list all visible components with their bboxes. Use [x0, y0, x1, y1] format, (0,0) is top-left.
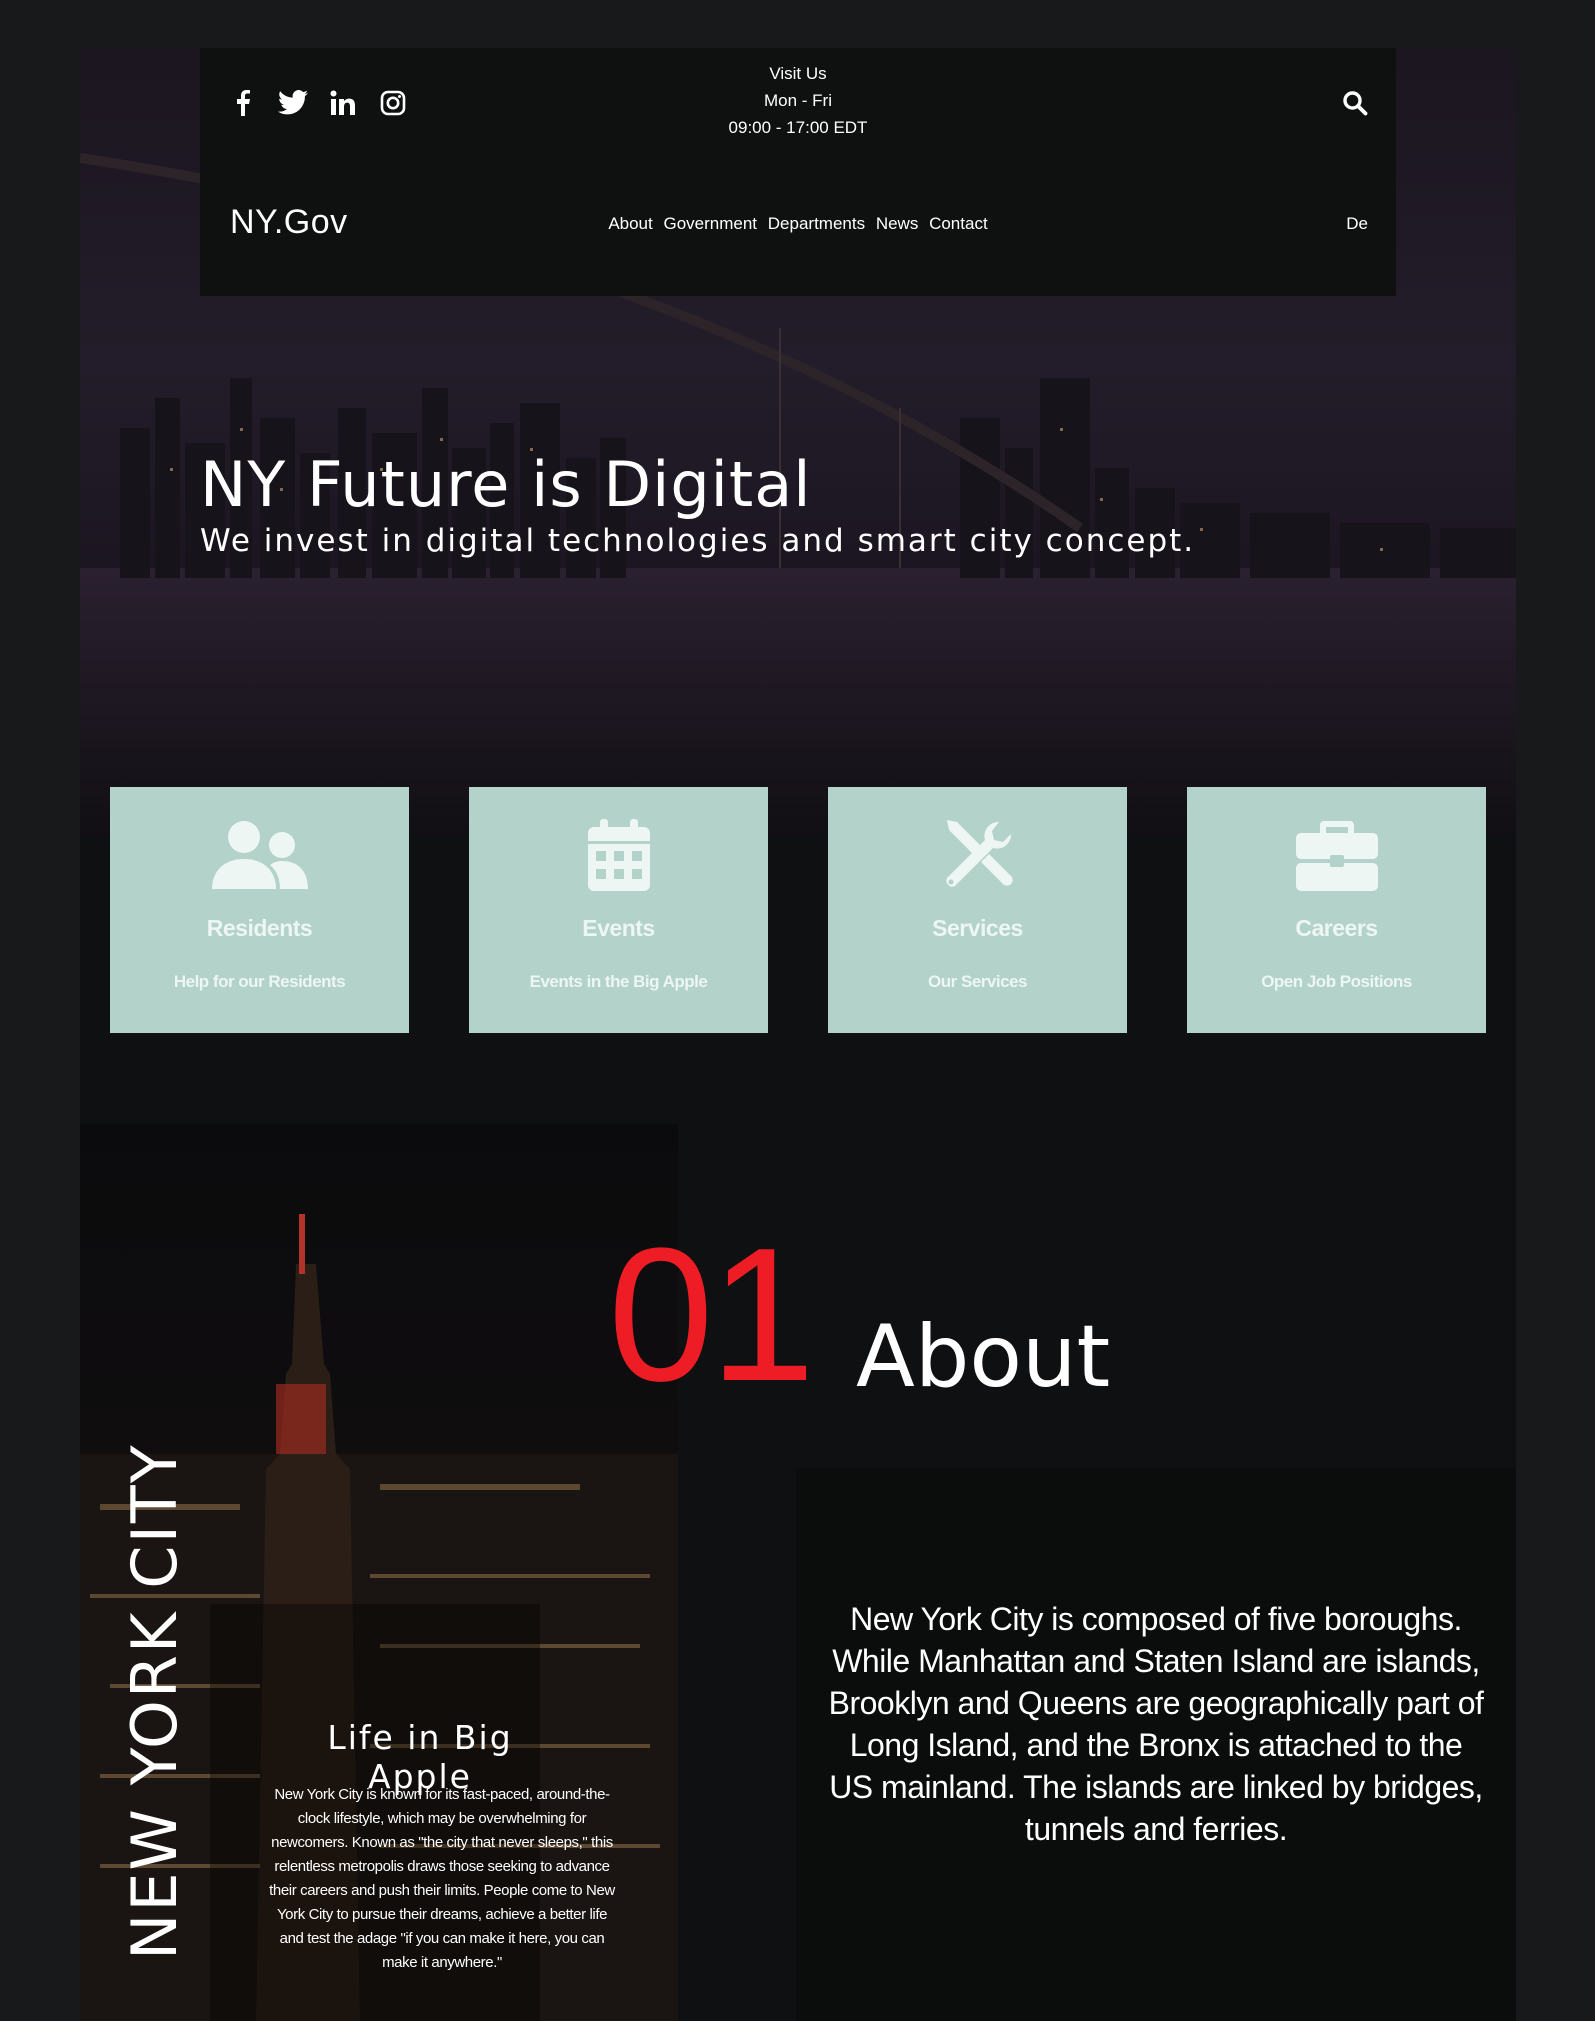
- main-nav: About Government Departments News Contac…: [200, 214, 1396, 234]
- about-text-box: New York City is composed of five boroug…: [796, 1468, 1516, 2021]
- page: Visit Us Mon - Fri 09:00 - 17:00 EDT NY.…: [80, 48, 1516, 2021]
- search-icon: [1343, 91, 1368, 116]
- nav-departments[interactable]: Departments: [768, 214, 865, 233]
- site-header: Visit Us Mon - Fri 09:00 - 17:00 EDT NY.…: [200, 48, 1396, 296]
- card-subtitle: Our Services: [928, 972, 1027, 991]
- card-careers[interactable]: Careers Open Job Positions: [1187, 787, 1486, 1033]
- search-button[interactable]: [1340, 88, 1370, 118]
- nav-government[interactable]: Government: [663, 214, 757, 233]
- nyc-vertical-label: NEW YORK CITY: [118, 1443, 191, 1960]
- card-services[interactable]: Services Our Services: [828, 787, 1127, 1033]
- tools-icon: [941, 817, 1015, 893]
- users-icon: [210, 817, 310, 893]
- card-residents[interactable]: Residents Help for our Residents: [110, 787, 409, 1033]
- card-subtitle: Help for our Residents: [173, 972, 346, 991]
- about-text: New York City is composed of five boroug…: [828, 1601, 1484, 1847]
- life-text: New York City is known for its fast-pace…: [269, 1786, 615, 1971]
- section-number: 01: [608, 1209, 815, 1421]
- calendar-icon: [587, 817, 650, 893]
- hero-title: NY Future is Digital: [200, 448, 812, 521]
- visit-hours: Visit Us Mon - Fri 09:00 - 17:00 EDT: [200, 60, 1396, 141]
- visit-days: Mon - Fri: [764, 91, 832, 110]
- hero-subtitle: We invest in digital technologies and sm…: [200, 523, 1196, 559]
- visit-title: Visit Us: [769, 64, 827, 83]
- quick-links: Residents Help for our Residents Events …: [110, 787, 1486, 1033]
- nav-news[interactable]: News: [876, 214, 919, 233]
- card-title: Residents: [206, 915, 313, 941]
- card-events[interactable]: Events Events in the Big Apple: [469, 787, 768, 1033]
- card-subtitle: Open Job Positions: [1261, 972, 1412, 991]
- card-title: Services: [932, 915, 1023, 941]
- language-switch[interactable]: De: [1346, 214, 1368, 234]
- briefcase-icon: [1295, 817, 1378, 893]
- about-heading: About: [856, 1307, 1111, 1407]
- card-title: Careers: [1295, 915, 1378, 941]
- nav-about[interactable]: About: [608, 214, 652, 233]
- nav-contact[interactable]: Contact: [929, 214, 988, 233]
- card-subtitle: Events in the Big Apple: [529, 972, 708, 991]
- visit-hours-time: 09:00 - 17:00 EDT: [728, 118, 868, 137]
- card-title: Events: [582, 915, 655, 941]
